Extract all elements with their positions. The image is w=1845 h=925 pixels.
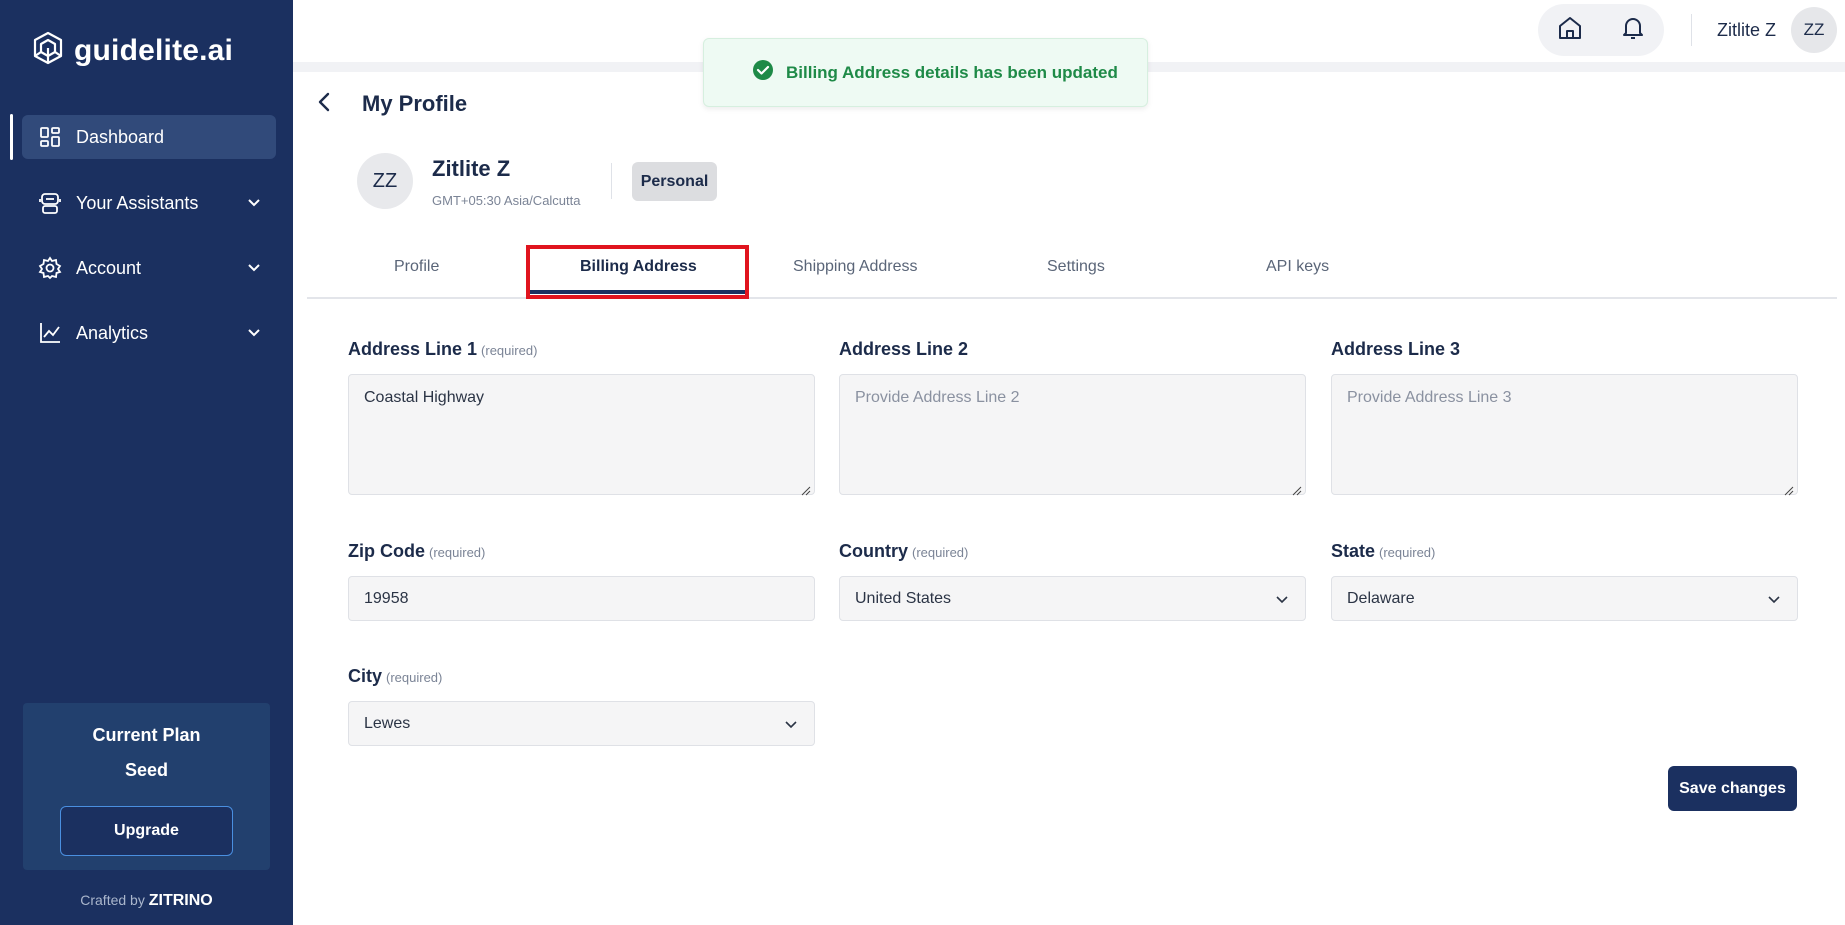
chevron-down-icon [784,717,798,736]
sidebar-item-analytics[interactable]: Analytics [22,311,276,355]
header-user-name[interactable]: Zitlite Z [1717,20,1776,41]
state-label: State (required) [1331,541,1436,561]
address-line-3-field[interactable]: Provide Address Line 3 [1331,374,1798,495]
resize-handle-icon[interactable] [1784,483,1843,923]
state-select[interactable]: Delaware [1331,576,1798,621]
header-divider [1691,14,1692,46]
tab-shipping-address[interactable]: Shipping Address [793,258,918,276]
tab-settings[interactable]: Settings [1047,258,1105,276]
city-value: Lewes [364,714,411,732]
success-toast: Billing Address details has been updated [703,38,1148,107]
address-line-2-field[interactable]: Provide Address Line 2 [839,374,1306,495]
country-value: United States [855,589,952,607]
address-line-1-label: Address Line 1 (required) [348,339,538,359]
zip-code-label: Zip Code (required) [348,541,486,561]
save-changes-button[interactable]: Save changes [1668,766,1797,811]
address-line-3-label: Address Line 3 [1331,339,1461,359]
plan-title: Current Plan [92,725,201,745]
sidebar-item-label: Account [76,257,142,278]
active-indicator [10,114,13,160]
country-label: Country (required) [839,541,969,561]
page-title: My Profile [362,91,468,116]
tab-profile[interactable]: Profile [394,258,439,276]
tab-api-keys[interactable]: API keys [1266,258,1329,276]
chevron-down-icon [1767,592,1781,611]
crafted-by: Crafted by ZITRINO [0,892,293,910]
chevron-down-icon [246,324,262,345]
city-select[interactable]: Lewes [348,701,815,746]
profile-divider [611,163,612,199]
avatar[interactable]: ZZ [1791,7,1837,53]
state-value: Delaware [1347,589,1415,607]
chevron-down-icon [246,194,262,215]
home-icon[interactable] [1557,15,1583,46]
logo-icon [30,30,66,71]
address-line-1-field[interactable]: Coastal Highway [348,374,815,495]
sidebar-item-account[interactable]: Account [22,246,276,290]
grid-icon [38,125,62,149]
profile-timezone: GMT+05:30 Asia/Calcutta [432,193,581,208]
profile-avatar: ZZ [357,153,413,209]
logo[interactable]: guidelite.ai [30,30,233,71]
chevron-down-icon [1275,592,1289,611]
chart-icon [38,321,62,345]
profile-name: Zitlite Z [432,156,511,181]
sidebar-item-dashboard[interactable]: Dashboard [22,115,276,159]
crafted-prefix: Crafted by [80,892,145,908]
chevron-down-icon [246,259,262,280]
current-plan-card: Current Plan Seed Upgrade [23,703,270,870]
zip-code-field[interactable]: 19958 [348,576,815,621]
zip-code-value: 19958 [364,589,409,607]
sidebar-item-assistants[interactable]: Your Assistants [22,181,276,225]
city-label: City (required) [348,666,443,686]
bell-icon[interactable] [1620,15,1646,46]
check-circle-icon [752,59,774,86]
address-line-2-label: Address Line 2 [839,339,969,359]
sidebar-item-label: Your Assistants [76,192,199,213]
plan-name: Seed [124,760,169,780]
upgrade-button[interactable]: Upgrade [60,806,233,856]
sidebar-item-label: Dashboard [76,126,165,147]
gear-icon [38,256,62,280]
toast-message: Billing Address details has been updated [786,62,1118,82]
crafted-brand[interactable]: ZITRINO [149,892,213,909]
country-select[interactable]: United States [839,576,1306,621]
account-type-badge: Personal [632,162,717,201]
tab-highlight-box [526,245,749,299]
back-arrow-icon[interactable] [313,90,337,114]
sidebar: guidelite.ai Dashboard Your Assistants A… [0,0,293,925]
robot-icon [38,191,62,215]
top-icon-group [1538,4,1664,56]
sidebar-item-label: Analytics [76,322,149,343]
logo-text: guidelite.ai [74,33,234,67]
